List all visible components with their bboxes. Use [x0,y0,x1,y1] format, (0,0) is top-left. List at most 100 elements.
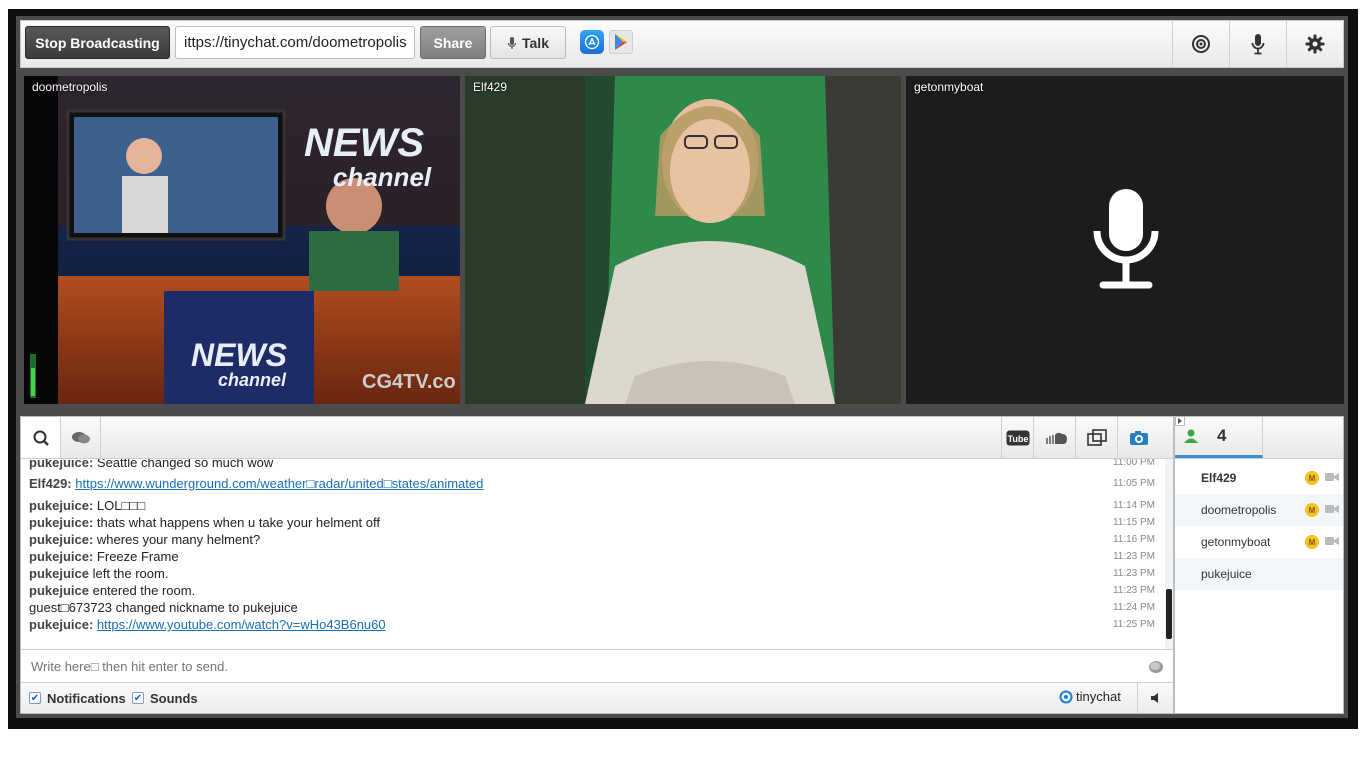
user-list-item[interactable]: pukejuice [1175,558,1343,590]
message-time: 11:23 PM [1112,585,1155,596]
message-text: thats what happens when u take your helm… [96,515,380,530]
video-tile-getonmyboat[interactable]: getonmyboat [906,76,1344,404]
chat-message: pukejuice: Freeze Frame 11:23 PM [29,549,1155,564]
talk-button[interactable]: Talk [490,26,566,59]
camera-icon [1192,35,1210,53]
room-url-input[interactable] [175,26,415,59]
chat-message: pukejuice: Seattle changed so much wow 1… [29,459,1155,470]
user-list-item[interactable]: doometropolis M [1175,494,1343,526]
message-nick[interactable]: pukejuice: [29,515,93,530]
webcam-video [465,76,901,404]
message-nick[interactable]: pukejuice: [29,617,93,632]
chat-footer: ✔ Notifications ✔ Sounds tinychat [21,683,1173,713]
video-tile-doometropolis[interactable]: doometropolis NEWS channel NEWS channel … [24,76,460,404]
emoji-icon[interactable] [1148,660,1164,674]
video-username: Elf429 [473,80,508,94]
message-time: 11:05 PM [1112,478,1155,489]
moderator-badge-icon: M [1305,535,1319,549]
message-text: left the room. [92,566,169,581]
message-time: 11:23 PM [1112,551,1155,562]
user-list-header: 4 [1175,416,1343,459]
message-text: Freeze Frame [96,549,179,564]
microphone-icon [507,36,517,49]
message-nick[interactable]: pukejuice: [29,498,93,513]
notifications-checkbox[interactable]: ✔ [29,692,41,704]
message-time: 11:24 PM [1112,602,1155,613]
message-nick[interactable]: pukejuice [29,566,89,581]
chat-message: pukejuice: thats what happens when u tak… [29,515,1155,530]
message-time: 11:16 PM [1112,534,1155,545]
channel-overlay-text: channel [333,162,432,192]
user-name: Elf429 [1201,471,1237,485]
video-username: getonmyboat [914,80,984,94]
chat-message: Elf429: https://www.wunderground.com/wea… [29,476,1155,491]
stop-broadcasting-button[interactable]: Stop Broadcasting [25,26,170,59]
search-icon [33,430,49,446]
user-list-item[interactable]: Elf429 M [1175,462,1343,494]
message-time: 11:00 PM [1112,459,1155,468]
news-set-video: NEWS channel NEWS channel CG4TV.co [24,76,460,404]
chat-message: pukejuice: LOL□□□ 11:14 PM [29,498,1155,513]
scrollbar-thumb[interactable] [1166,589,1172,639]
video-username: doometropolis [32,80,108,94]
message-nick[interactable]: pukejuice [29,583,89,598]
user-list-panel: 4 Elf429 M doometropolis M getonmyboat M… [1174,416,1344,714]
tab-users[interactable]: 4 [1175,417,1263,458]
settings-button[interactable] [1286,21,1343,67]
app-store-icon[interactable] [580,30,604,54]
message-text: LOL□□□ [96,498,146,513]
desk-news-text: NEWS [191,337,288,373]
news-overlay-text: NEWS [304,121,424,165]
moderator-badge-icon: M [1305,503,1319,517]
user-count: 4 [1217,426,1227,445]
camera-snapshot-icon [1129,430,1148,445]
video-tile-elf429[interactable]: Elf429 [465,76,901,404]
user-icon [1184,429,1198,443]
message-list: pukejuice: Seattle changed so much wow 1… [21,459,1163,649]
popout-button[interactable] [1075,417,1117,458]
snapshot-button[interactable] [1117,417,1159,458]
chat-tab-bar: Tube [21,417,1173,459]
camera-settings-button[interactable] [1172,21,1229,67]
youtube-button[interactable]: Tube [1001,417,1033,458]
user-list-item[interactable]: getonmyboat M [1175,526,1343,558]
microphone-settings-button[interactable] [1229,21,1286,67]
google-play-icon[interactable] [609,30,633,54]
message-time: 11:25 PM [1112,619,1155,630]
message-link[interactable]: https://www.wunderground.com/weather□rad… [75,476,483,491]
message-nick[interactable]: pukejuice: [29,459,93,470]
soundcloud-button[interactable] [1033,417,1075,458]
message-text: Seattle changed so much wow [96,459,274,470]
collapse-arrow-icon[interactable] [1175,416,1185,426]
sounds-label: Sounds [150,691,198,706]
volume-button[interactable] [1137,683,1173,713]
share-button[interactable]: Share [420,26,486,59]
user-name: getonmyboat [1201,535,1271,549]
moderator-badge-icon: M [1305,471,1319,485]
desk-channel-text: channel [218,370,287,390]
talk-label: Talk [522,34,549,51]
message-link[interactable]: https://www.youtube.com/watch?v=wHo43B6n… [97,617,386,632]
chat-message: pukejuice left the room. 11:23 PM [29,566,1155,581]
tab-private-chats[interactable] [61,417,101,458]
chat-panel: Tube pukejuice: Seattle changed so much … [20,416,1174,714]
message-nick[interactable]: pukejuice: [29,532,93,547]
microphone-icon [1093,189,1159,289]
message-nick[interactable]: pukejuice: [29,549,93,564]
chat-scrollbar[interactable] [1165,459,1173,649]
microphone-icon [1251,34,1265,55]
chat-input[interactable] [21,650,1141,682]
chat-message: guest□673723 changed nickname to pukejui… [29,600,1155,615]
tab-main-chat[interactable] [21,417,61,458]
settings-icon [1305,34,1325,54]
notifications-label: Notifications [47,691,126,706]
speaker-icon [1150,693,1158,703]
message-time: 11:15 PM [1112,517,1155,528]
message-nick[interactable]: Elf429: [29,476,72,491]
watermark-text: CG4TV.co [362,371,456,393]
sounds-checkbox[interactable]: ✔ [132,692,144,704]
compose-bar [21,649,1173,683]
video-camera-icon [1325,537,1339,545]
tinychat-logo[interactable]: tinychat [1059,689,1121,704]
chat-message: pukejuice: wheres your many helment? 11:… [29,532,1155,547]
